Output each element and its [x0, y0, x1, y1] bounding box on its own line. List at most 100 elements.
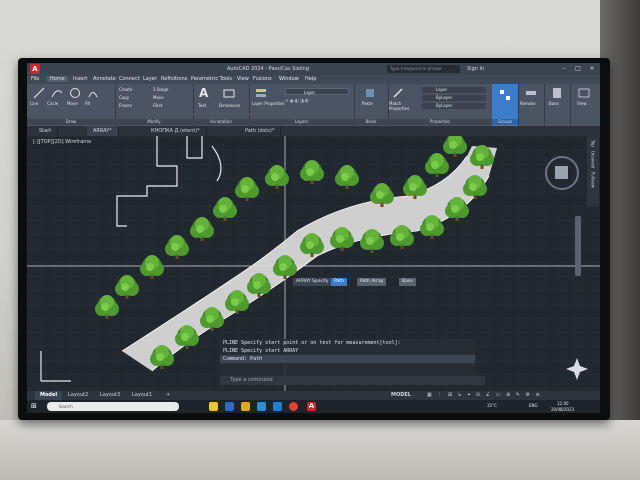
tab-layout3[interactable]: Layout3 — [95, 391, 125, 400]
view-tool-label: View — [577, 101, 587, 106]
add-layout-icon[interactable]: + — [161, 391, 175, 400]
group-icon[interactable] — [499, 89, 511, 101]
stage-tool[interactable]: 1 Stage — [153, 87, 168, 92]
nav-fullview[interactable]: Fullview — [591, 172, 596, 188]
linetype-dropdown[interactable]: ByLayer — [422, 95, 486, 101]
ribbon-group-annotation: A Text Dimension Annotation — [193, 84, 250, 126]
color-dropdown[interactable]: Layer — [422, 87, 486, 93]
create-tool[interactable]: Create — [119, 87, 132, 92]
menu-connect[interactable]: Connect — [119, 76, 140, 82]
ribbon-group-modify: Create Copy Frozen 1 Stage Move Fillet M… — [115, 84, 194, 126]
lineweight-dropdown[interactable]: ByLayer — [422, 103, 486, 109]
ribbon-group-utilities: Remote — [518, 84, 545, 126]
move2-tool[interactable]: Move — [153, 95, 164, 100]
command-line-2: PLINE Specify start ARRAY — [223, 348, 299, 354]
frozen-tool[interactable]: Frozen — [119, 103, 132, 108]
copy-tool[interactable]: Copy — [119, 95, 129, 100]
array-option-path-array[interactable]: Path Array — [357, 278, 387, 286]
chrome-icon[interactable] — [289, 402, 298, 411]
viewcube[interactable] — [545, 156, 579, 190]
circle-tool-icon[interactable] — [51, 87, 63, 99]
tab-path[interactable]: Path (dsts)* — [239, 126, 282, 136]
line-tool-icon[interactable] — [33, 87, 45, 99]
menu-refinitions[interactable]: Refinitions — [161, 76, 187, 82]
menu-fusions[interactable]: Fusions — [253, 76, 272, 82]
file-explorer-icon[interactable] — [209, 402, 218, 411]
autocad-taskbar-icon[interactable]: A — [307, 402, 316, 411]
fillet-tool[interactable]: Fillet — [153, 103, 162, 108]
ribbon-group-view: View — [570, 84, 598, 126]
language-indicator[interactable]: ENG — [529, 403, 538, 408]
sign-in-link[interactable]: Sign In — [467, 66, 484, 72]
outlook-icon[interactable] — [225, 402, 234, 411]
command-line-3: Command: Path — [220, 355, 475, 363]
weather-temp[interactable]: 35°C — [487, 403, 497, 408]
fill-tool-label: Fill — [85, 101, 91, 106]
ribbon-group-draw-label: Draw — [27, 119, 115, 125]
monitor-screen: A AutoCAD 2024 - Pass/Cas Sisting Type a… — [27, 63, 600, 413]
clock-date[interactable]: 20/08/2023 — [551, 407, 574, 412]
menu-file[interactable]: File — [31, 76, 39, 82]
move-tool-label: Move — [67, 101, 78, 106]
menu-insert[interactable]: Insert — [73, 76, 87, 82]
base-tool-label: Base — [549, 101, 559, 106]
command-input[interactable]: Type a command — [220, 376, 485, 385]
status-toggle-icons[interactable]: ▦ ⋮ ⊞ ↳ ⌖ ⊙ ∠ ▭ ⊕ ✎ ⚙ ≡ — [427, 392, 542, 398]
insert-block-icon[interactable] — [364, 87, 376, 99]
windows-taskbar: ⊞ Search A 35°C ENG 12:00 20/08/2023 — [27, 400, 600, 413]
taskbar-search[interactable]: Search — [47, 402, 179, 411]
remote-tool-label: Remote — [520, 101, 536, 106]
model-space-button[interactable]: MODEL — [391, 392, 411, 398]
menu-home[interactable]: Home — [47, 76, 68, 82]
nav-unsaved[interactable]: Unsaved — [591, 151, 596, 168]
dimension-tool-icon[interactable] — [223, 87, 235, 99]
document-tabs: Start ARRAY* КНОПКА Д (etent)* Path (dst… — [27, 126, 600, 136]
tab-layout1[interactable]: Layout1 — [127, 391, 157, 400]
layer-properties-icon[interactable] — [255, 87, 267, 99]
menu-view[interactable]: View — [237, 76, 249, 82]
ribbon-group-clipboard: Base — [544, 84, 571, 126]
viewport-controls-label[interactable]: [-][TOP][2D] Wireframe — [33, 139, 91, 145]
menu-window[interactable]: Window — [279, 76, 299, 82]
navigation-bar[interactable]: Top Unsaved Fullview — [587, 136, 599, 206]
nav-top[interactable]: Top — [591, 140, 596, 147]
ribbon-group-block-label: Block — [354, 119, 388, 125]
line-tool-label: Line — [30, 101, 39, 106]
view-icon[interactable] — [578, 87, 590, 99]
array-option-path[interactable]: Path — [331, 278, 347, 286]
match-properties-icon[interactable] — [392, 87, 404, 99]
tab-array[interactable]: ARRAY* — [87, 126, 119, 136]
ribbon-group-layers-label: Layers — [249, 119, 354, 125]
clock-time[interactable]: 12:00 — [557, 401, 569, 406]
arc-tool-icon[interactable] — [69, 87, 81, 99]
edge-icon[interactable] — [273, 402, 282, 411]
command-history: PLINE Specify start point or on test for… — [220, 339, 475, 379]
minimize-icon[interactable]: – — [559, 65, 569, 73]
fill-tool-icon[interactable] — [87, 87, 99, 99]
help-search-input[interactable]: Type a keyword or phrase — [387, 65, 460, 73]
close-icon[interactable]: × — [587, 65, 597, 73]
menu-help[interactable]: Help — [305, 76, 316, 82]
tab-layout2[interactable]: Layout2 — [63, 391, 93, 400]
clipboard-icon[interactable] — [551, 87, 563, 99]
folder-icon[interactable] — [241, 402, 250, 411]
maximize-icon[interactable]: □ — [573, 65, 583, 73]
tab-kn[interactable]: КНОПКА Д (etent)* — [145, 126, 207, 136]
measure-icon[interactable] — [525, 87, 537, 99]
menu-parametric[interactable]: Parametric Tools — [191, 76, 232, 82]
tab-start[interactable]: Start — [33, 126, 59, 136]
ribbon: Line Circle Move Fill Draw Create Copy F… — [27, 84, 600, 126]
autocad-logo-icon[interactable]: A — [30, 64, 40, 74]
menu-annotate[interactable]: Annotate — [93, 76, 116, 82]
ribbon-group-groups[interactable]: Groups — [492, 84, 519, 126]
windows-start-icon[interactable]: ⊞ — [31, 402, 37, 410]
telegram-icon[interactable] — [257, 402, 266, 411]
tab-model[interactable]: Model — [35, 391, 63, 400]
array-option-base[interactable]: Base — [399, 278, 416, 286]
menu-layer[interactable]: Layer — [143, 76, 157, 82]
layer-state-icons[interactable]: ☀ ▣ ◧ ◨ ◩ — [285, 98, 349, 104]
layer-dropdown[interactable]: Layer — [285, 88, 349, 95]
vertical-scrollbar[interactable] — [575, 216, 581, 276]
text-tool-icon[interactable]: A — [199, 86, 208, 100]
viewcube-face[interactable] — [555, 166, 568, 179]
